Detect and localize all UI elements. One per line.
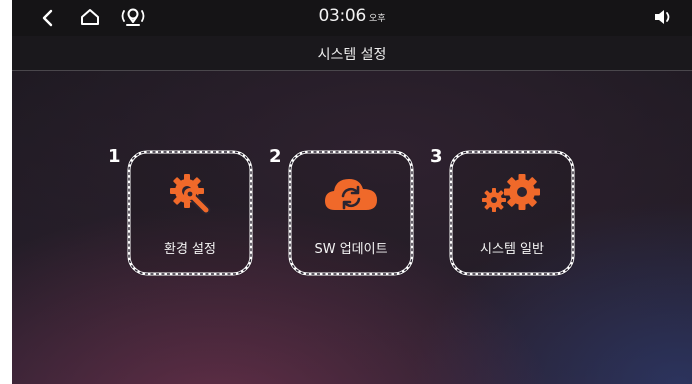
tile-system-general[interactable]: 시스템 일반 <box>449 150 575 276</box>
gears-icon <box>449 172 575 216</box>
tile-environment-settings[interactable]: 환경 설정 <box>127 150 253 276</box>
tile-number-1: 1 <box>108 146 121 167</box>
volume-icon[interactable] <box>654 9 672 29</box>
clock-time: 03:06 <box>318 6 366 26</box>
tile-number-2: 2 <box>269 146 282 167</box>
screen: 03:06 오후 시스템 설정 1 환경 설정 2 SW 업데이트 3 시스템 … <box>12 0 692 384</box>
page-title: 시스템 설정 <box>317 47 387 63</box>
tile-label: SW 업데이트 <box>314 242 388 257</box>
status-bar: 03:06 오후 <box>12 0 692 36</box>
tile-number-3: 3 <box>430 146 443 167</box>
settings-wrench-icon <box>127 172 253 216</box>
tile-sw-update[interactable]: SW 업데이트 <box>288 150 414 276</box>
title-bar: 시스템 설정 <box>12 36 692 71</box>
tile-label: 시스템 일반 <box>480 242 544 257</box>
clock: 03:06 오후 <box>12 6 692 26</box>
cloud-sync-icon <box>288 172 414 216</box>
tile-label: 환경 설정 <box>164 242 216 257</box>
clock-ampm: 오후 <box>368 14 386 24</box>
